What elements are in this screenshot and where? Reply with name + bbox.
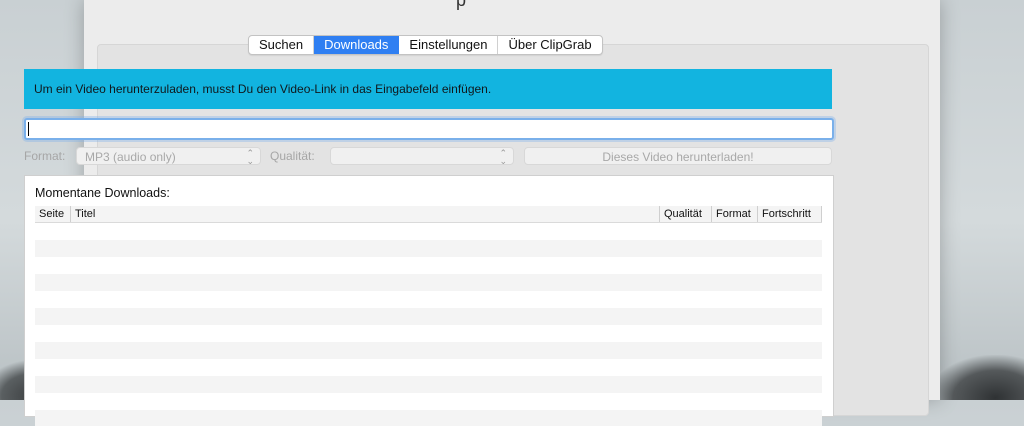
table-row [35,393,822,410]
text-caret [28,122,29,136]
column-header-qualitaet[interactable]: Qualität [660,206,712,222]
desktop-rock-right [929,355,1024,400]
table-row [35,359,822,376]
select-arrows-icon: ⌃ ⌄ [246,148,254,166]
tab-bar: Suchen Downloads Einstellungen Über Clip… [248,35,603,55]
format-select[interactable]: MP3 (audio only) ⌃ ⌄ [76,147,261,166]
tab-suchen[interactable]: Suchen [249,36,315,54]
table-row [35,342,822,359]
table-row [35,325,822,342]
download-video-button[interactable]: Dieses Video herunterladen! [524,147,832,165]
info-banner: Um ein Video herunterzuladen, musst Du d… [24,69,832,109]
window-title-fragment: p [456,0,467,10]
table-row [35,376,822,393]
table-header: Seite Titel Qualität Format Fortschritt [35,206,822,223]
quality-select[interactable]: ⌃ ⌄ [330,147,514,166]
format-select-value: MP3 (audio only) [85,150,176,164]
video-link-input[interactable] [24,118,834,140]
tab-einstellungen[interactable]: Einstellungen [399,36,499,54]
quality-label: Qualität: [270,149,315,163]
column-header-seite[interactable]: Seite [35,206,71,222]
table-body [35,223,822,426]
tab-ueber-clipgrab[interactable]: Über ClipGrab [498,36,601,54]
format-label: Format: [24,149,66,163]
table-row [35,410,822,426]
column-header-fortschritt[interactable]: Fortschritt [758,206,822,222]
table-row [35,308,822,325]
column-header-titel[interactable]: Titel [71,206,660,222]
downloads-title: Momentane Downloads: [35,186,170,200]
table-row [35,257,822,274]
table-row [35,274,822,291]
info-banner-text: Um ein Video herunterzuladen, musst Du d… [34,82,492,96]
downloads-table: Seite Titel Qualität Format Fortschritt [35,206,822,426]
select-arrows-icon: ⌃ ⌄ [499,148,507,166]
table-row [35,240,822,257]
column-header-format[interactable]: Format [712,206,758,222]
tab-downloads[interactable]: Downloads [314,36,400,54]
table-row [35,223,822,240]
table-row [35,291,822,308]
downloads-section: Momentane Downloads: Seite Titel Qualitä… [24,175,834,426]
